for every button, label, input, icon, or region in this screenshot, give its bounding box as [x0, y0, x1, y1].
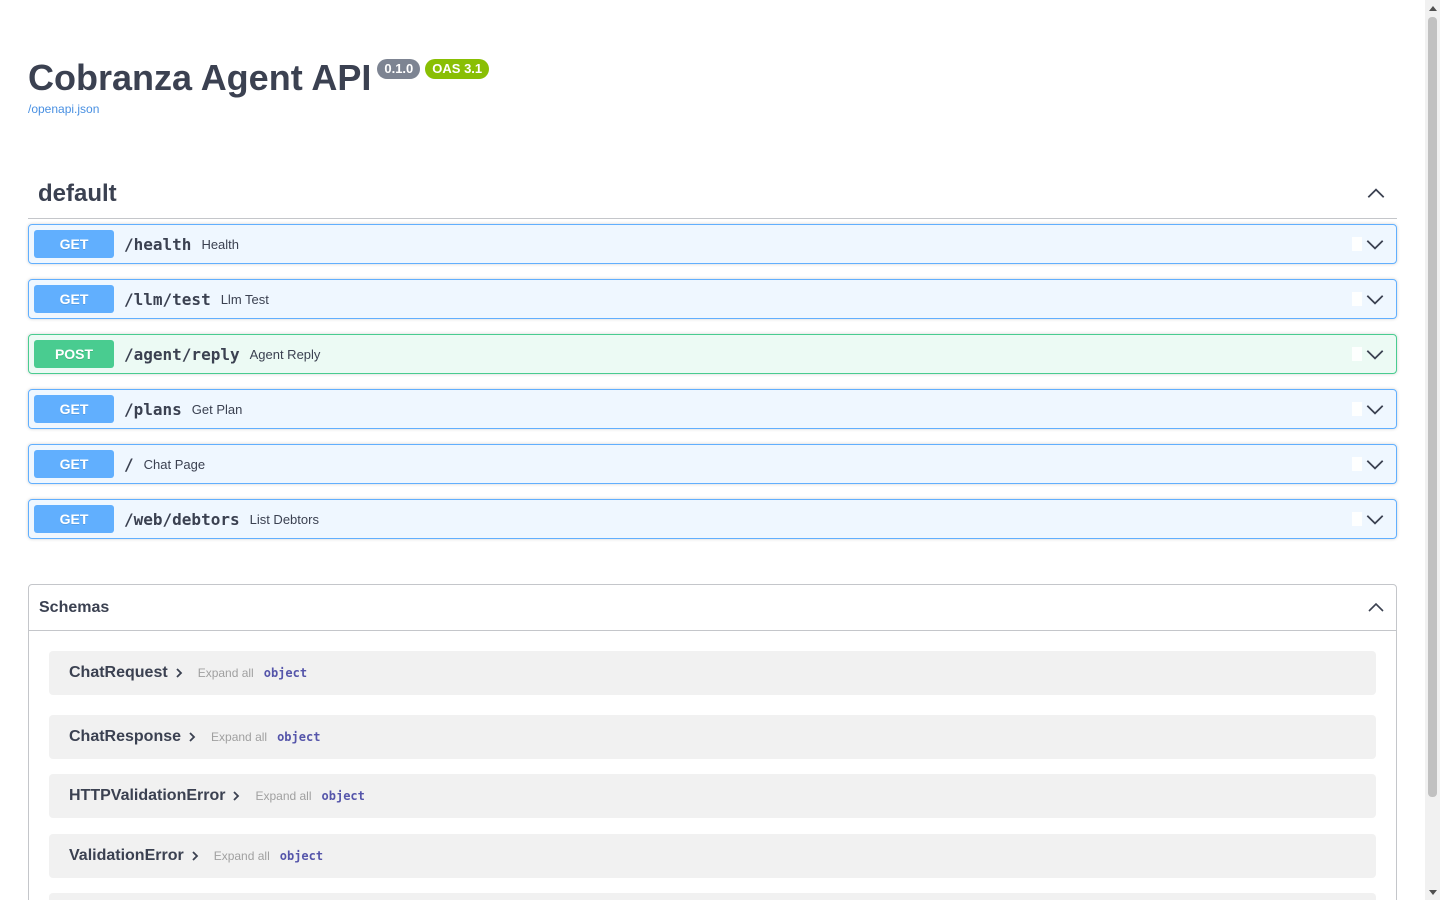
chevron-down-icon[interactable]	[1364, 233, 1386, 255]
method-badge: POST	[34, 340, 114, 368]
method-badge: GET	[34, 395, 114, 423]
operation-path: /web/debtors	[124, 509, 240, 529]
chevron-down-icon[interactable]	[1364, 398, 1386, 420]
version-badge: 0.1.0	[377, 59, 421, 79]
operation-summary: Get Plan	[191, 401, 243, 417]
chevron-up-icon[interactable]	[1365, 183, 1387, 205]
model-type: object	[279, 849, 324, 863]
openapi-json-link[interactable]: /openapi.json	[28, 102, 99, 116]
tag-name: default	[38, 180, 117, 207]
schemas-title: Schemas	[39, 598, 110, 616]
model-type: object	[321, 789, 365, 803]
schemas-section: Schemas ChatRequest Expand all object Ch…	[28, 584, 1397, 900]
schema-model-chatrequest[interactable]: ChatRequest Expand all object	[49, 651, 1376, 695]
model-name: ValidationError	[69, 847, 184, 864]
operation-path: /agent/reply	[124, 344, 240, 364]
page-title: Cobranza Agent API	[28, 57, 372, 98]
lock-icon	[1352, 457, 1362, 471]
chevron-right-icon[interactable]	[188, 849, 202, 863]
operation-get-health[interactable]: GET /health Health	[28, 224, 1397, 264]
model-name: ChatResponse	[69, 728, 182, 745]
expand-all-button[interactable]: Expand all	[211, 730, 267, 744]
lock-icon	[1352, 402, 1362, 416]
operation-summary: Agent Reply	[249, 346, 321, 362]
schemas-header[interactable]: Schemas	[29, 585, 1396, 631]
operation-get-web-debtors[interactable]: GET /web/debtors List Debtors	[28, 499, 1397, 539]
scrollbar-thumb[interactable]	[1428, 17, 1437, 797]
method-badge: GET	[34, 505, 114, 533]
chevron-down-icon[interactable]	[1364, 343, 1386, 365]
operation-get-llm-test[interactable]: GET /llm/test Llm Test	[28, 279, 1397, 319]
tag-default-header[interactable]: default	[28, 170, 1397, 219]
schema-model-validationerror[interactable]: ValidationError Expand all object	[49, 834, 1376, 878]
scroll-down-arrow-icon[interactable]	[1425, 885, 1440, 900]
chevron-right-icon[interactable]	[172, 666, 186, 680]
schema-model-chatresponse[interactable]: ChatResponse Expand all object	[49, 715, 1376, 759]
chevron-right-icon[interactable]	[185, 730, 199, 744]
operation-post-agent-reply[interactable]: POST /agent/reply Agent Reply	[28, 334, 1397, 374]
expand-all-button[interactable]: Expand all	[255, 789, 311, 803]
operation-path: /plans	[124, 399, 182, 419]
vertical-scrollbar[interactable]	[1425, 0, 1440, 900]
method-badge: GET	[34, 230, 114, 258]
operation-get-root[interactable]: GET / Chat Page	[28, 444, 1397, 484]
method-badge: GET	[34, 450, 114, 478]
expand-all-button[interactable]: Expand all	[198, 666, 254, 680]
operation-path: /	[124, 454, 134, 474]
operation-path: /health	[124, 234, 192, 254]
operation-summary: Llm Test	[220, 291, 269, 307]
model-name: HTTPValidationError	[69, 787, 226, 804]
lock-icon	[1352, 512, 1362, 526]
oas-badge: OAS 3.1	[425, 59, 490, 79]
schema-model-partial[interactable]	[49, 893, 1376, 900]
operation-summary: Chat Page	[143, 456, 206, 472]
scroll-up-arrow-icon[interactable]	[1425, 0, 1440, 15]
model-type: object	[263, 666, 308, 680]
api-info: Cobranza Agent API 0.1.0 OAS 3.1	[28, 56, 490, 100]
chevron-down-icon[interactable]	[1364, 508, 1386, 530]
chevron-down-icon[interactable]	[1364, 453, 1386, 475]
model-name: ChatRequest	[69, 664, 168, 681]
operation-get-plans[interactable]: GET /plans Get Plan	[28, 389, 1397, 429]
lock-icon	[1352, 347, 1362, 361]
operation-summary: Health	[201, 236, 240, 252]
chevron-up-icon[interactable]	[1366, 598, 1386, 618]
chevron-down-icon[interactable]	[1364, 288, 1386, 310]
schema-model-httpvalidationerror[interactable]: HTTPValidationError Expand all object	[49, 774, 1376, 818]
operation-summary: List Debtors	[249, 511, 319, 527]
expand-all-button[interactable]: Expand all	[214, 849, 270, 863]
model-type: object	[277, 730, 321, 744]
method-badge: GET	[34, 285, 114, 313]
lock-icon	[1352, 292, 1362, 306]
lock-icon	[1352, 237, 1362, 251]
operation-path: /llm/test	[124, 289, 211, 309]
chevron-right-icon[interactable]	[229, 789, 243, 803]
swagger-page: Cobranza Agent API 0.1.0 OAS 3.1 /openap…	[0, 0, 1425, 900]
